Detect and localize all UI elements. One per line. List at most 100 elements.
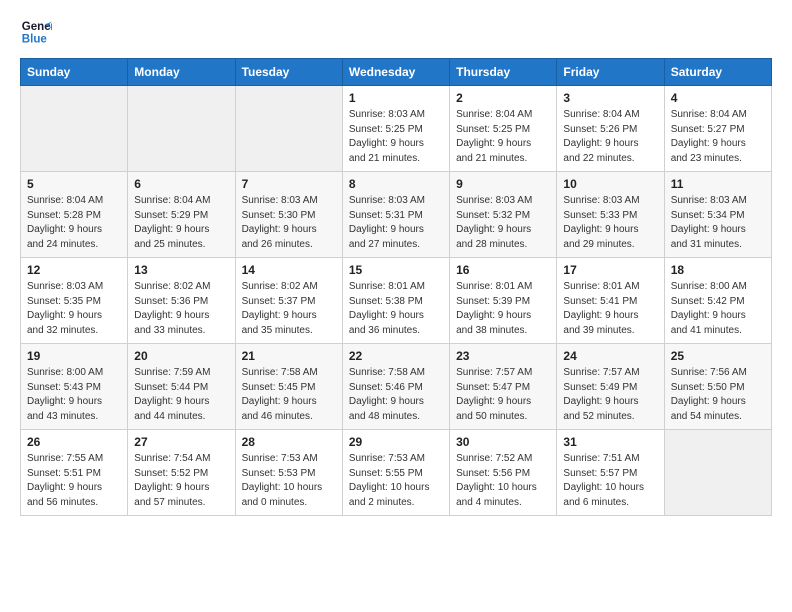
week-row-3: 12Sunrise: 8:03 AM Sunset: 5:35 PM Dayli…: [21, 258, 772, 344]
calendar-cell: 15 Sunrise: 8:01 AM Sunset: 5:38 PM Dayli…: [342, 258, 449, 344]
calendar-cell: 12Sunrise: 8:03 AM Sunset: 5:35 PM Dayli…: [21, 258, 128, 344]
day-info: Sunrise: 8:04 AM Sunset: 5:26 PM Dayligh…: [563, 108, 657, 166]
calendar-cell: 7Sunrise: 8:03 AM Sunset: 5:30 PM Daylig…: [235, 172, 342, 258]
day-info: Sunrise: 8:04 AM Sunset: 5:27 PM Dayligh…: [671, 108, 765, 166]
calendar-cell: 14Sunrise: 8:02 AM Sunset: 5:37 PM Dayli…: [235, 258, 342, 344]
day-info: Sunrise: 7:57 AM Sunset: 5:49 PM Dayligh…: [563, 366, 657, 424]
calendar-cell: 19Sunrise: 8:00 AM Sunset: 5:43 PM Dayli…: [21, 344, 128, 430]
calendar-cell: 1 Sunrise: 8:03 AM Sunset: 5:25 PM Daylig…: [342, 86, 449, 172]
day-number: 6: [134, 177, 228, 191]
day-number: 1: [349, 91, 443, 105]
day-number: 16: [456, 263, 550, 277]
day-info: Sunrise: 7:55 AM Sunset: 5:51 PM Dayligh…: [27, 452, 121, 510]
weekday-header-wednesday: Wednesday: [342, 59, 449, 86]
day-info: Sunrise: 7:52 AM Sunset: 5:56 PM Dayligh…: [456, 452, 550, 510]
day-info: Sunrise: 7:53 AM Sunset: 5:55 PM Dayligh…: [349, 452, 443, 510]
calendar-cell: 21 Sunrise: 7:58 AM Sunset: 5:45 PM Dayli…: [235, 344, 342, 430]
day-number: 11: [671, 177, 765, 191]
day-number: 22: [349, 349, 443, 363]
day-info: Sunrise: 8:03 AM Sunset: 5:34 PM Dayligh…: [671, 194, 765, 252]
calendar-cell: 8Sunrise: 8:03 AM Sunset: 5:31 PM Daylig…: [342, 172, 449, 258]
day-info: Sunrise: 8:02 AM Sunset: 5:36 PM Dayligh…: [134, 280, 228, 338]
day-number: 15: [349, 263, 443, 277]
day-number: 10: [563, 177, 657, 191]
day-number: 5: [27, 177, 121, 191]
calendar-cell: 4 Sunrise: 8:04 AM Sunset: 5:27 PM Daylig…: [664, 86, 771, 172]
day-number: 14: [242, 263, 336, 277]
day-info: Sunrise: 8:00 AM Sunset: 5:42 PM Dayligh…: [671, 280, 765, 338]
day-number: 24: [563, 349, 657, 363]
day-info: Sunrise: 8:01 AM Sunset: 5:38 PM Dayligh…: [349, 280, 443, 338]
calendar-cell: 2 Sunrise: 8:04 AM Sunset: 5:25 PM Daylig…: [450, 86, 557, 172]
calendar-cell: 31Sunrise: 7:51 AM Sunset: 5:57 PM Dayli…: [557, 430, 664, 516]
weekday-header-tuesday: Tuesday: [235, 59, 342, 86]
calendar-cell: [235, 86, 342, 172]
day-number: 9: [456, 177, 550, 191]
calendar-cell: [128, 86, 235, 172]
day-number: 28: [242, 435, 336, 449]
day-info: Sunrise: 8:03 AM Sunset: 5:33 PM Dayligh…: [563, 194, 657, 252]
week-row-2: 5Sunrise: 8:04 AM Sunset: 5:28 PM Daylig…: [21, 172, 772, 258]
calendar-cell: 24 Sunrise: 7:57 AM Sunset: 5:49 PM Dayli…: [557, 344, 664, 430]
calendar-cell: 23 Sunrise: 7:57 AM Sunset: 5:47 PM Dayli…: [450, 344, 557, 430]
calendar-cell: 20 Sunrise: 7:59 AM Sunset: 5:44 PM Dayli…: [128, 344, 235, 430]
day-number: 21: [242, 349, 336, 363]
calendar-table: SundayMondayTuesdayWednesdayThursdayFrid…: [20, 58, 772, 516]
day-info: Sunrise: 8:01 AM Sunset: 5:41 PM Dayligh…: [563, 280, 657, 338]
weekday-header-row: SundayMondayTuesdayWednesdayThursdayFrid…: [21, 59, 772, 86]
weekday-header-monday: Monday: [128, 59, 235, 86]
calendar-cell: 18Sunrise: 8:00 AM Sunset: 5:42 PM Dayli…: [664, 258, 771, 344]
day-number: 3: [563, 91, 657, 105]
day-number: 17: [563, 263, 657, 277]
day-info: Sunrise: 8:03 AM Sunset: 5:35 PM Dayligh…: [27, 280, 121, 338]
weekday-header-friday: Friday: [557, 59, 664, 86]
day-number: 8: [349, 177, 443, 191]
day-info: Sunrise: 7:58 AM Sunset: 5:46 PM Dayligh…: [349, 366, 443, 424]
day-info: Sunrise: 7:57 AM Sunset: 5:47 PM Dayligh…: [456, 366, 550, 424]
page: General Blue SundayMondayTuesdayWednesda…: [0, 0, 792, 612]
logo: General Blue: [20, 16, 56, 48]
day-info: Sunrise: 8:03 AM Sunset: 5:25 PM Dayligh…: [349, 108, 443, 166]
day-info: Sunrise: 7:54 AM Sunset: 5:52 PM Dayligh…: [134, 452, 228, 510]
day-info: Sunrise: 8:04 AM Sunset: 5:25 PM Dayligh…: [456, 108, 550, 166]
calendar-cell: 11 Sunrise: 8:03 AM Sunset: 5:34 PM Dayli…: [664, 172, 771, 258]
day-info: Sunrise: 7:51 AM Sunset: 5:57 PM Dayligh…: [563, 452, 657, 510]
day-info: Sunrise: 8:04 AM Sunset: 5:29 PM Dayligh…: [134, 194, 228, 252]
svg-text:Blue: Blue: [22, 34, 48, 46]
calendar-cell: 25 Sunrise: 7:56 AM Sunset: 5:50 PM Dayli…: [664, 344, 771, 430]
calendar-cell: 13 Sunrise: 8:02 AM Sunset: 5:36 PM Dayli…: [128, 258, 235, 344]
weekday-header-sunday: Sunday: [21, 59, 128, 86]
calendar-cell: 9 Sunrise: 8:03 AM Sunset: 5:32 PM Daylig…: [450, 172, 557, 258]
day-number: 27: [134, 435, 228, 449]
calendar-cell: 10 Sunrise: 8:03 AM Sunset: 5:33 PM Dayli…: [557, 172, 664, 258]
day-info: Sunrise: 8:00 AM Sunset: 5:43 PM Dayligh…: [27, 366, 121, 424]
day-number: 26: [27, 435, 121, 449]
day-number: 13: [134, 263, 228, 277]
day-number: 4: [671, 91, 765, 105]
week-row-4: 19Sunrise: 8:00 AM Sunset: 5:43 PM Dayli…: [21, 344, 772, 430]
calendar-cell: 27 Sunrise: 7:54 AM Sunset: 5:52 PM Dayli…: [128, 430, 235, 516]
day-number: 20: [134, 349, 228, 363]
day-number: 2: [456, 91, 550, 105]
day-info: Sunrise: 8:03 AM Sunset: 5:32 PM Dayligh…: [456, 194, 550, 252]
calendar-cell: 5Sunrise: 8:04 AM Sunset: 5:28 PM Daylig…: [21, 172, 128, 258]
week-row-5: 26 Sunrise: 7:55 AM Sunset: 5:51 PM Dayli…: [21, 430, 772, 516]
weekday-header-thursday: Thursday: [450, 59, 557, 86]
calendar-cell: 16Sunrise: 8:01 AM Sunset: 5:39 PM Dayli…: [450, 258, 557, 344]
calendar-cell: 6 Sunrise: 8:04 AM Sunset: 5:29 PM Daylig…: [128, 172, 235, 258]
day-info: Sunrise: 7:56 AM Sunset: 5:50 PM Dayligh…: [671, 366, 765, 424]
calendar-cell: 26 Sunrise: 7:55 AM Sunset: 5:51 PM Dayli…: [21, 430, 128, 516]
day-info: Sunrise: 7:59 AM Sunset: 5:44 PM Dayligh…: [134, 366, 228, 424]
day-number: 25: [671, 349, 765, 363]
calendar-cell: 22 Sunrise: 7:58 AM Sunset: 5:46 PM Dayli…: [342, 344, 449, 430]
day-number: 23: [456, 349, 550, 363]
day-info: Sunrise: 7:58 AM Sunset: 5:45 PM Dayligh…: [242, 366, 336, 424]
day-info: Sunrise: 7:53 AM Sunset: 5:53 PM Dayligh…: [242, 452, 336, 510]
day-number: 30: [456, 435, 550, 449]
calendar-cell: 30 Sunrise: 7:52 AM Sunset: 5:56 PM Dayli…: [450, 430, 557, 516]
logo-icon: General Blue: [20, 16, 52, 48]
day-number: 29: [349, 435, 443, 449]
calendar-cell: [21, 86, 128, 172]
calendar-cell: 28 Sunrise: 7:53 AM Sunset: 5:53 PM Dayli…: [235, 430, 342, 516]
calendar-cell: [664, 430, 771, 516]
